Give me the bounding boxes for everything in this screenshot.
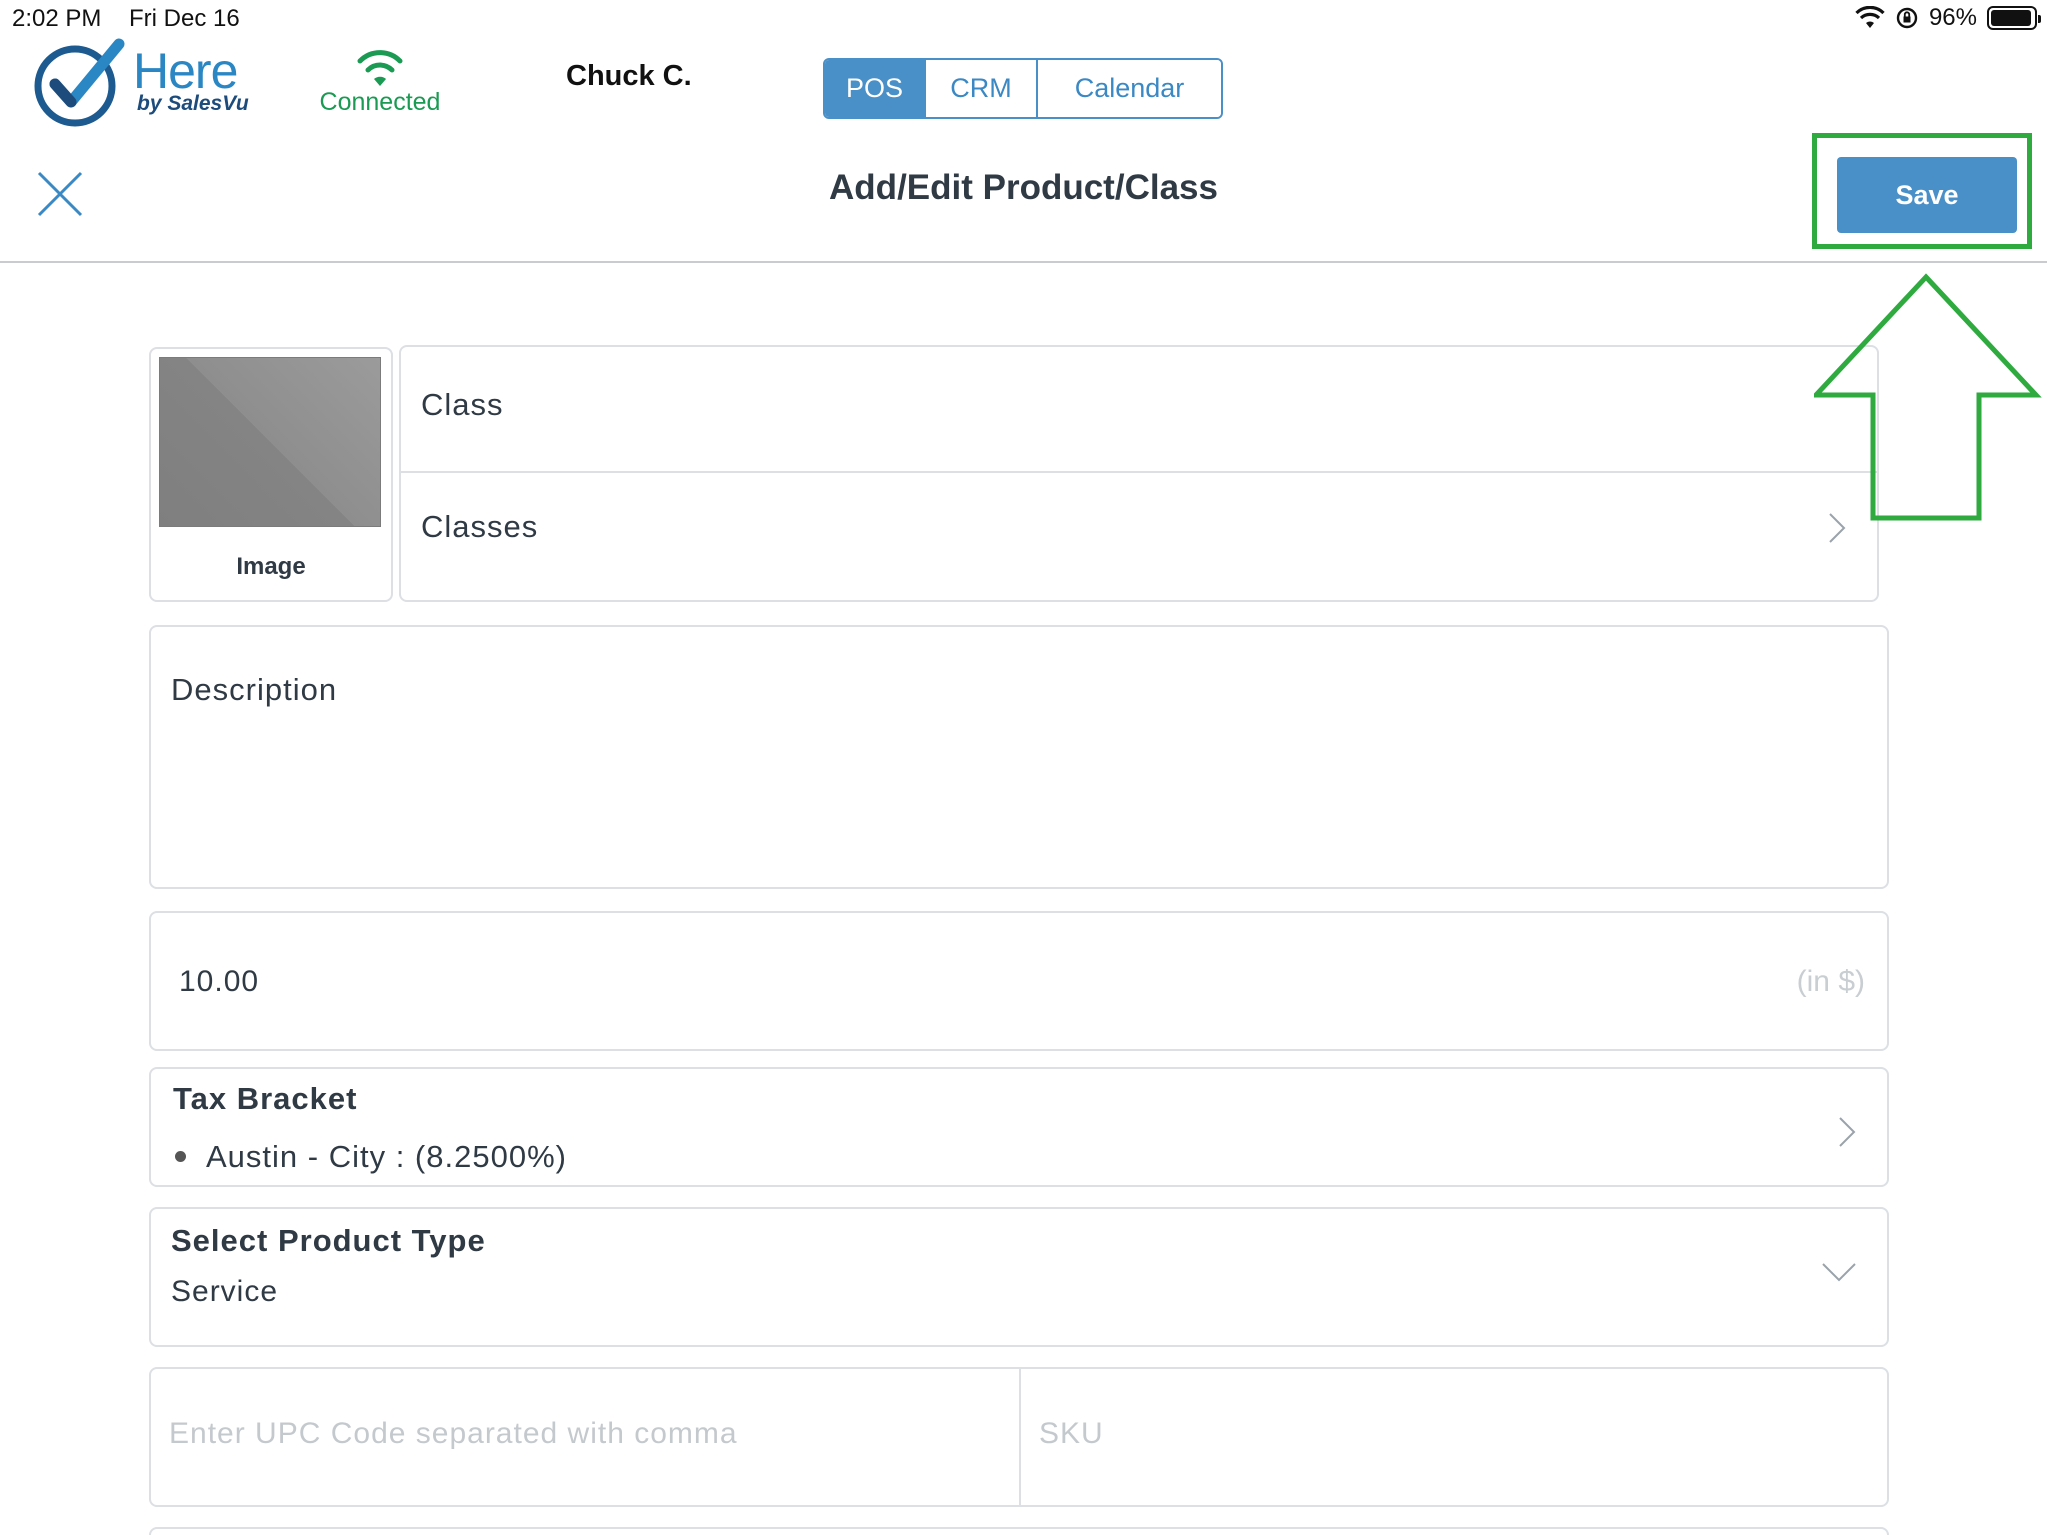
sku-input[interactable] [1039,1417,1859,1451]
price-value: 10.00 [179,965,260,998]
connection-status: Connected [310,48,450,118]
connection-label: Connected [319,88,441,116]
description-placeholder: Description [171,672,338,707]
status-indicators: 96% [1855,4,2041,32]
image-thumbnail [159,357,381,527]
product-type-value: Service [171,1275,279,1308]
battery-percent: 96% [1928,4,1977,31]
next-field-partial[interactable] [149,1527,1889,1535]
classes-label: Classes [421,509,539,544]
name-field[interactable]: Class [401,347,1877,473]
header-divider [0,261,2047,263]
image-picker[interactable]: Image [149,347,393,602]
app-logo: Here by SalesVu [33,38,253,130]
save-button[interactable]: Save [1837,157,2017,233]
bullet-icon [175,1151,186,1162]
product-type-title: Select Product Type [171,1223,486,1258]
chevron-down-icon [1822,1263,1856,1282]
status-time: 2:02 PM [12,5,102,32]
upc-container [151,1369,1021,1505]
wifi-status-icon [1855,6,1885,28]
image-label: Image [236,553,306,580]
check-logo-icon [34,38,125,127]
tax-bracket-value: Austin - City : (8.2500%) [206,1139,567,1174]
chevron-right-icon [1839,1117,1856,1147]
status-date: Fri Dec 16 [129,5,240,32]
tax-bracket-row[interactable]: Tax Bracket Austin - City : (8.2500%) [149,1067,1889,1187]
tab-pos[interactable]: POS [825,60,926,117]
price-field[interactable]: 10.00 (in $) [149,911,1889,1051]
name-value: Class [421,387,504,422]
upc-input[interactable] [169,1417,989,1451]
module-switcher: POS CRM Calendar [823,58,1223,119]
price-unit: (in $) [1796,965,1865,998]
product-type-select[interactable]: Select Product Type Service [149,1207,1889,1347]
status-bar: 2:02 PM Fri Dec 16 96% [0,0,2047,36]
battery-icon [1987,6,2041,30]
tax-bracket-title: Tax Bracket [173,1081,358,1116]
tab-calendar[interactable]: Calendar [1038,60,1221,117]
codes-group [149,1367,1889,1507]
user-name[interactable]: Chuck C. [566,60,692,93]
battery-level [1991,10,2032,26]
name-class-group: Class Classes [399,345,1879,602]
description-field[interactable]: Description [149,625,1889,889]
arrow-up-annotation-icon [1814,273,2042,521]
logo-subtitle: by SalesVu [137,92,249,115]
tab-crm[interactable]: CRM [926,60,1038,117]
wifi-icon [357,50,403,86]
classes-row[interactable]: Classes [401,473,1877,599]
orientation-lock-icon [1896,7,1918,29]
page-title: Add/Edit Product/Class [829,168,1218,207]
sku-container [1021,1369,1889,1505]
